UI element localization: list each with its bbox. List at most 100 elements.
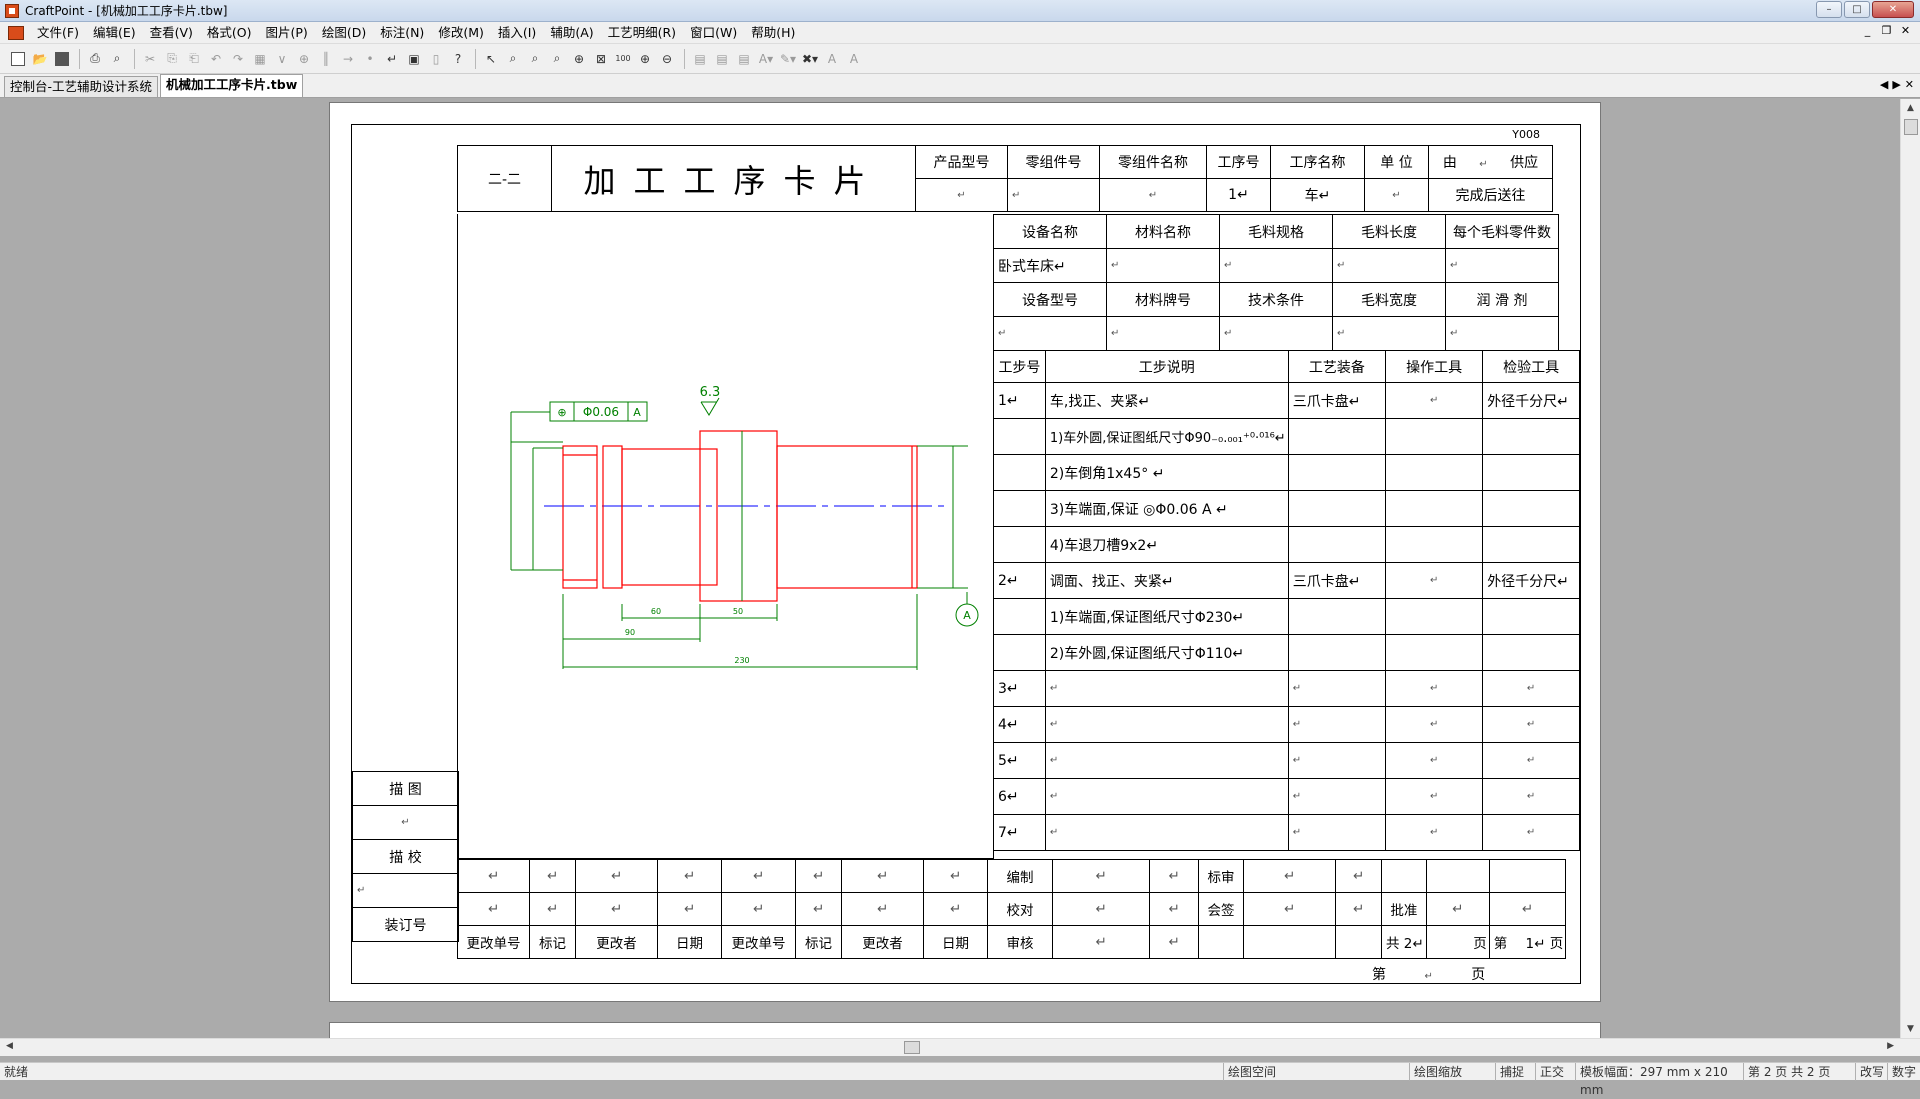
step-row[interactable]: 7↵ ↵ ↵ ↵ ↵ xyxy=(993,814,1580,851)
footer-cell[interactable]: ↵ xyxy=(795,859,842,893)
step-no[interactable] xyxy=(993,634,1046,671)
menu-annotate[interactable]: 标注(N) xyxy=(373,23,431,43)
step-no[interactable] xyxy=(993,454,1046,491)
step-inspect[interactable] xyxy=(1482,526,1580,563)
footer-cell[interactable] xyxy=(1335,925,1382,959)
menu-modify[interactable]: 修改(M) xyxy=(431,23,491,43)
step-inspect[interactable]: 外径千分尺↵ xyxy=(1482,562,1580,599)
step-no[interactable]: 6↵ xyxy=(993,778,1046,815)
cut-icon[interactable]: ✂ xyxy=(140,49,160,69)
step-equip[interactable]: ↵ xyxy=(1287,778,1387,815)
footer-cell[interactable] xyxy=(1381,859,1427,893)
document-icon[interactable] xyxy=(8,25,24,40)
footer-cell[interactable]: ↵ xyxy=(1052,859,1150,893)
menu-file[interactable]: 文件(F) xyxy=(30,23,86,43)
step-inspect[interactable]: ↵ xyxy=(1482,670,1580,707)
footer-cell[interactable]: ↵ xyxy=(923,892,988,926)
status-ortho[interactable]: 正交 xyxy=(1535,1063,1575,1081)
step-row[interactable]: 1↵ 车,找正、夹紧↵ 三爪卡盘↵ ↵ 外径千分尺↵ xyxy=(993,382,1580,419)
print-icon[interactable]: ⎙ xyxy=(85,49,105,69)
footer-cell[interactable]: ↵ xyxy=(529,892,576,926)
redo-icon[interactable]: ↷ xyxy=(228,49,248,69)
step-equip[interactable] xyxy=(1287,418,1387,455)
step-tool[interactable] xyxy=(1385,490,1484,527)
footer-cell[interactable]: ↵ xyxy=(1052,892,1150,926)
footer-cell[interactable]: ↵ xyxy=(575,859,658,893)
horizontal-scrollbar[interactable]: ◀ ▶ xyxy=(0,1038,1920,1056)
step-desc[interactable]: 1)车端面,保证图纸尺寸Φ230↵ xyxy=(1044,598,1289,635)
block-edit-icon[interactable]: ▤ xyxy=(712,49,732,69)
step-equip[interactable]: ↵ xyxy=(1287,742,1387,779)
step-inspect[interactable] xyxy=(1482,490,1580,527)
copy-icon[interactable]: ⎘ xyxy=(162,49,182,69)
complete-note[interactable]: 完成后送往 xyxy=(1428,178,1553,212)
scroll-left-icon[interactable]: ◀ xyxy=(6,1041,13,1051)
step-tool[interactable] xyxy=(1385,598,1484,635)
step-equip[interactable]: 三爪卡盘↵ xyxy=(1287,562,1387,599)
step-desc[interactable]: 4)车退刀槽9x2↵ xyxy=(1044,526,1289,563)
menu-view[interactable]: 查看(V) xyxy=(143,23,200,43)
menu-picture[interactable]: 图片(P) xyxy=(259,23,315,43)
step-tool[interactable]: ↵ xyxy=(1385,778,1484,815)
tab-process-card[interactable]: 机械加工工序卡片.tbw xyxy=(160,74,304,97)
stamp-draw-value[interactable]: ↵ xyxy=(352,805,459,840)
footer-cell[interactable]: ↵ xyxy=(657,859,722,893)
step-no[interactable]: 3↵ xyxy=(993,670,1046,707)
menu-insert[interactable]: 插入(I) xyxy=(491,23,543,43)
step-tool[interactable]: ↵ xyxy=(1385,814,1484,851)
menu-edit[interactable]: 编辑(E) xyxy=(86,23,143,43)
line-color-icon[interactable]: ✎▾ xyxy=(778,49,798,69)
tab-left-arrow-icon[interactable]: ◀ xyxy=(1880,78,1888,91)
note-icon[interactable]: ▯ xyxy=(426,49,446,69)
tab-console[interactable]: 控制台-工艺辅助设计系统 xyxy=(4,76,159,97)
zoom-extent-icon[interactable]: ⊠ xyxy=(591,49,611,69)
step-no[interactable]: 2↵ xyxy=(993,562,1046,599)
tab-close-icon[interactable]: ✕ xyxy=(1905,78,1914,91)
step-row[interactable]: 2)车倒角1x45° ↵ xyxy=(993,454,1580,491)
header-value-product-model[interactable]: ↵ xyxy=(915,178,1008,212)
mdi-minimize-button[interactable]: _ xyxy=(1861,25,1874,38)
step-desc[interactable]: ↵ xyxy=(1044,742,1289,779)
step-inspect[interactable]: ↵ xyxy=(1482,742,1580,779)
menu-assist[interactable]: 辅助(A) xyxy=(543,23,600,43)
footer-cell[interactable] xyxy=(1425,859,1490,893)
step-no[interactable] xyxy=(993,598,1046,635)
step-tool[interactable] xyxy=(1385,454,1484,491)
equip-value[interactable]: ↵ xyxy=(1219,248,1333,283)
scroll-down-icon[interactable]: ▼ xyxy=(1901,1020,1920,1038)
footer-cell[interactable]: ↵ xyxy=(841,892,924,926)
footer-cell[interactable]: ↵ xyxy=(1335,892,1382,926)
equip-value[interactable]: ↵ xyxy=(1106,316,1220,351)
text-style-icon[interactable]: A▾ xyxy=(756,49,776,69)
step-tool[interactable]: ↵ xyxy=(1385,562,1484,599)
zoom-out-icon[interactable]: ⊖ xyxy=(657,49,677,69)
step-desc[interactable]: 2)车外圆,保证图纸尺寸Φ110↵ xyxy=(1044,634,1289,671)
maximize-button[interactable]: □ xyxy=(1844,1,1870,18)
help-icon[interactable]: ? xyxy=(448,49,468,69)
step-inspect[interactable]: ↵ xyxy=(1482,814,1580,851)
footer-cell[interactable] xyxy=(1243,925,1336,959)
menu-help[interactable]: 帮助(H) xyxy=(744,23,802,43)
mdi-close-button[interactable]: ✕ xyxy=(1899,25,1912,38)
undo-icon[interactable]: ↶ xyxy=(206,49,226,69)
step-inspect[interactable]: ↵ xyxy=(1482,706,1580,743)
step-desc[interactable]: ↵ xyxy=(1044,778,1289,815)
point-icon[interactable]: • xyxy=(360,49,380,69)
footer-cell[interactable]: ↵ xyxy=(795,892,842,926)
footer-cell[interactable]: ↵ xyxy=(1335,859,1382,893)
menu-window[interactable]: 窗口(W) xyxy=(683,23,744,43)
step-desc[interactable]: 车,找正、夹紧↵ xyxy=(1044,382,1289,419)
step-row[interactable]: 5↵ ↵ ↵ ↵ ↵ xyxy=(993,742,1580,779)
footer-cell[interactable]: ↵ xyxy=(657,892,722,926)
step-tool[interactable] xyxy=(1385,634,1484,671)
step-row[interactable]: 6↵ ↵ ↵ ↵ ↵ xyxy=(993,778,1580,815)
footer-cell[interactable]: ↵ xyxy=(1425,892,1490,926)
equip-value[interactable]: ↵ xyxy=(1219,316,1333,351)
footer-cell[interactable]: ↵ xyxy=(841,859,924,893)
tolerance-icon[interactable]: ⊕ xyxy=(294,49,314,69)
scroll-up-icon[interactable]: ▲ xyxy=(1901,99,1920,117)
footer-cell[interactable]: ↵ xyxy=(1149,892,1199,926)
step-row[interactable]: 2)车外圆,保证图纸尺寸Φ110↵ xyxy=(993,634,1580,671)
zoom-window-icon[interactable]: ⌕ xyxy=(503,49,523,69)
step-tool[interactable] xyxy=(1385,418,1484,455)
